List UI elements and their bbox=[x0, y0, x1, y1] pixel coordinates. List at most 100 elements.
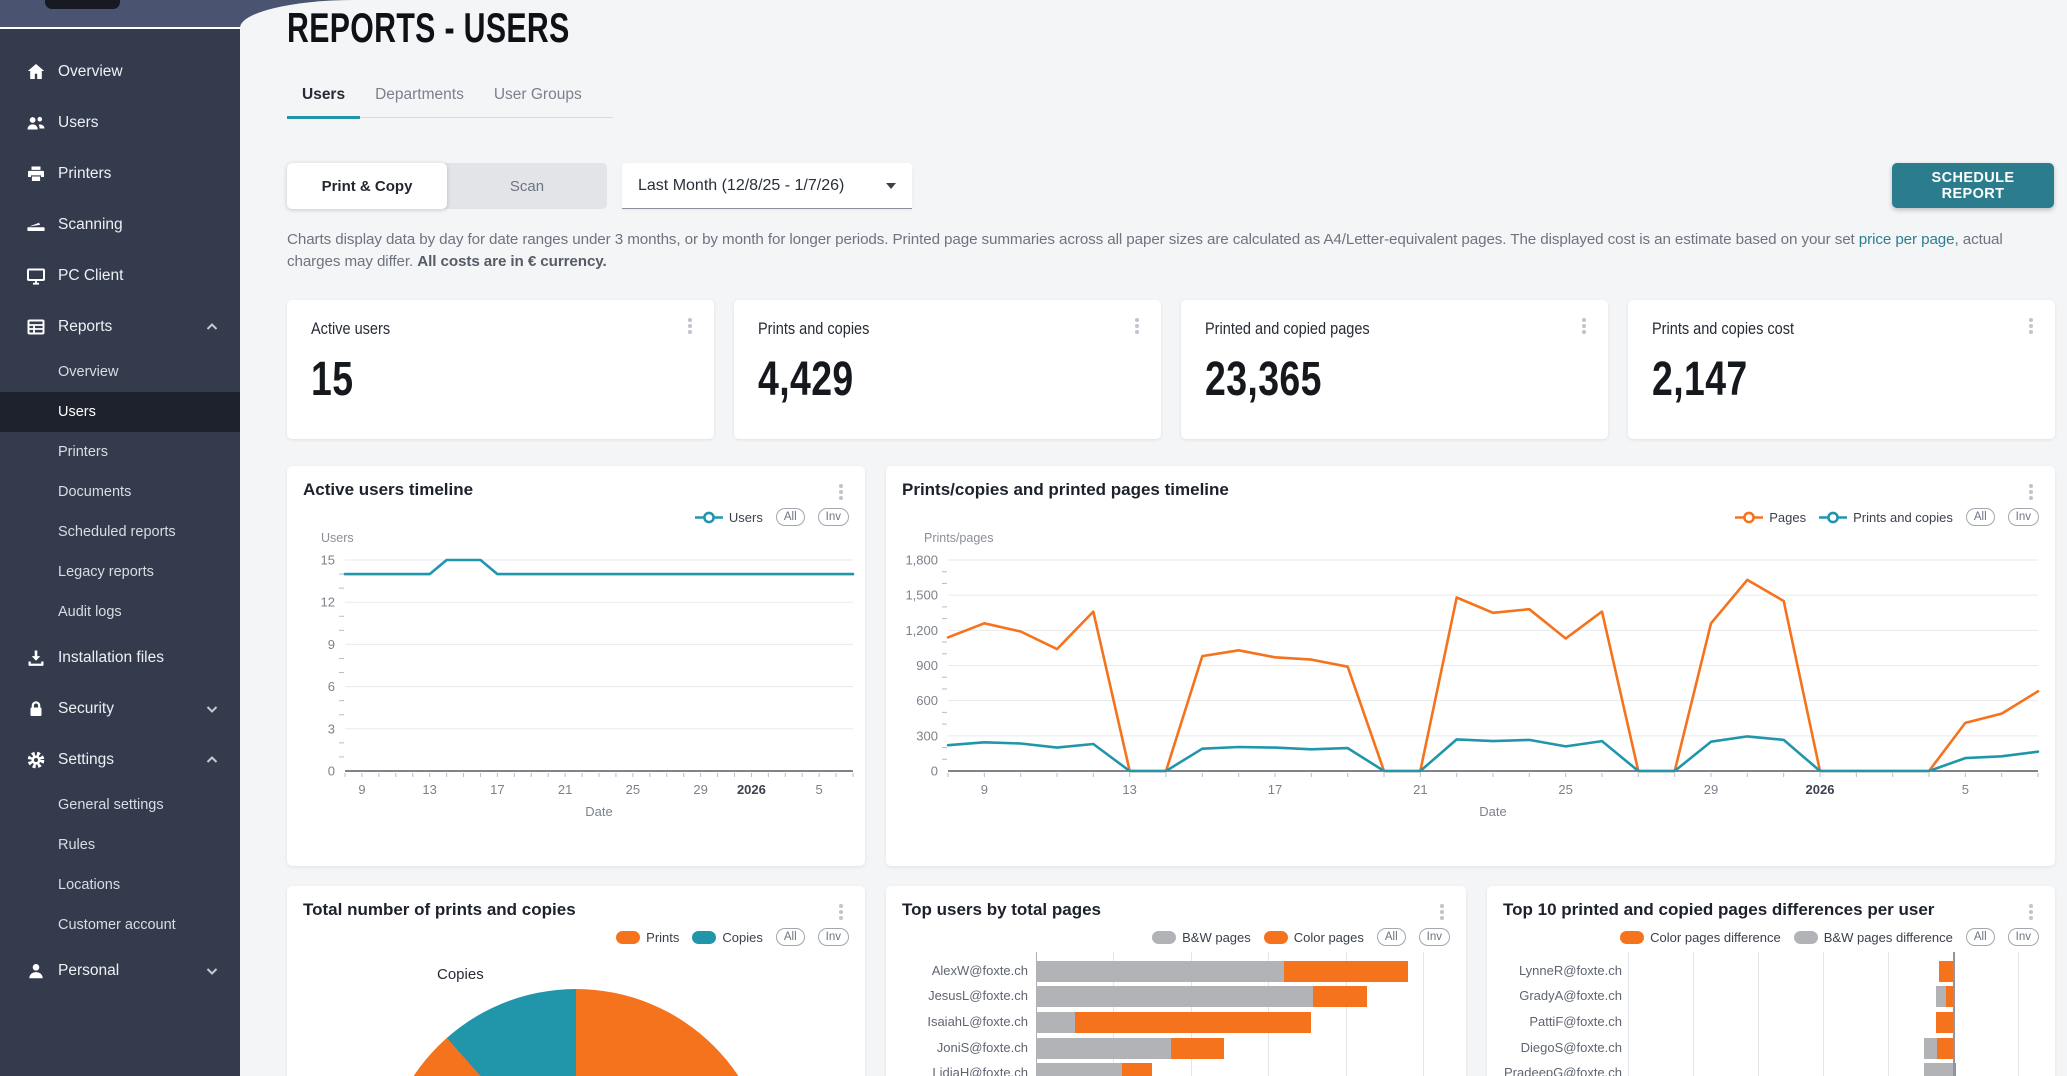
scanner-icon bbox=[25, 214, 47, 236]
svg-text:3: 3 bbox=[328, 721, 335, 736]
bar-segment bbox=[1924, 1038, 1937, 1059]
svg-text:Prints/pages: Prints/pages bbox=[924, 531, 993, 545]
svg-text:5: 5 bbox=[1962, 782, 1969, 797]
app-window: Overview Users Printers Scanning PC Clie… bbox=[0, 0, 2067, 1076]
printer-icon bbox=[25, 163, 47, 185]
bar-segment bbox=[1036, 1063, 1122, 1076]
svg-text:12: 12 bbox=[321, 595, 335, 610]
sidebar-subitem-label: Customer account bbox=[58, 917, 176, 933]
gridline bbox=[2018, 952, 2019, 1076]
price-per-page-link[interactable]: price per page bbox=[1859, 231, 1955, 248]
sidebar-item-reports-overview[interactable]: Overview bbox=[0, 352, 240, 392]
svg-text:2026: 2026 bbox=[1806, 782, 1835, 797]
date-range-select[interactable]: Last Month (12/8/25 - 1/7/26) bbox=[622, 163, 912, 209]
legend-item[interactable]: Copies bbox=[692, 930, 762, 945]
sidebar-item-reports-legacy-reports[interactable]: Legacy reports bbox=[0, 552, 240, 592]
legend-label: Prints bbox=[646, 930, 679, 945]
bar-segment bbox=[1939, 961, 1953, 982]
sidebar: Overview Users Printers Scanning PC Clie… bbox=[0, 29, 240, 1076]
bar-segment bbox=[1036, 986, 1313, 1007]
chart-card-prints-pages-timeline: Prints/copies and printed pages timeline… bbox=[886, 466, 2055, 866]
line-chart-active-users: 036912159131721252920265DateUsers bbox=[287, 466, 865, 866]
tab-user-groups[interactable]: User Groups bbox=[479, 86, 597, 119]
kebab-menu-icon[interactable] bbox=[1127, 314, 1147, 338]
sidebar-item-reports-users[interactable]: Users bbox=[0, 392, 240, 432]
bar-category-label: LynneR@foxte.ch bbox=[1519, 963, 1622, 978]
svg-text:2026: 2026 bbox=[737, 782, 766, 797]
legend-item[interactable]: Prints bbox=[616, 930, 679, 945]
sidebar-item-installation-files[interactable]: Installation files bbox=[0, 632, 240, 683]
bar-segment bbox=[1313, 986, 1367, 1007]
svg-text:1,800: 1,800 bbox=[905, 553, 938, 568]
date-range-value: Last Month (12/8/25 - 1/7/26) bbox=[638, 177, 844, 195]
sidebar-item-settings-locations[interactable]: Locations bbox=[0, 865, 240, 905]
stat-card-prints-copies: Prints and copies 4,429 bbox=[734, 300, 1161, 439]
bar-segment bbox=[1955, 1063, 1957, 1076]
tab-users[interactable]: Users bbox=[287, 86, 360, 119]
svg-text:1,500: 1,500 bbox=[905, 588, 938, 603]
sidebar-item-scanning[interactable]: Scanning bbox=[0, 199, 240, 250]
bar-segment bbox=[1171, 1038, 1223, 1059]
sidebar-item-printers[interactable]: Printers bbox=[0, 148, 240, 199]
chart-card-active-users-timeline: Active users timeline UsersAllInv 036912… bbox=[287, 466, 865, 866]
svg-text:15: 15 bbox=[321, 553, 335, 568]
sidebar-item-label: Reports bbox=[58, 318, 112, 336]
kebab-menu-icon[interactable] bbox=[680, 314, 700, 338]
person-icon bbox=[25, 960, 47, 982]
bar-category-label: GradyA@foxte.ch bbox=[1519, 988, 1622, 1003]
sidebar-item-users[interactable]: Users bbox=[0, 97, 240, 148]
stat-card-value: 2,147 bbox=[1652, 352, 1748, 407]
info-text-1: Charts display data by day for date rang… bbox=[287, 231, 1859, 248]
sidebar-item-settings[interactable]: Settings bbox=[0, 734, 240, 785]
sidebar-item-label: Installation files bbox=[58, 649, 164, 667]
line-chart-prints-pages: 03006009001,2001,5001,800913172125292026… bbox=[886, 466, 2055, 866]
bar-segment bbox=[1036, 1012, 1075, 1033]
kebab-menu-icon[interactable] bbox=[2021, 314, 2041, 338]
svg-text:17: 17 bbox=[1268, 782, 1282, 797]
print-copy-toggle-button[interactable]: Print & Copy bbox=[287, 163, 447, 209]
sidebar-item-reports-documents[interactable]: Documents bbox=[0, 472, 240, 512]
sidebar-item-label: Personal bbox=[58, 962, 119, 980]
stat-card-cost: Prints and copies cost 2,147 bbox=[1628, 300, 2055, 439]
bar-segment bbox=[1075, 1012, 1311, 1033]
sidebar-item-reports-audit-logs[interactable]: Audit logs bbox=[0, 592, 240, 632]
svg-text:300: 300 bbox=[916, 728, 938, 743]
pie-slice-label: Copies bbox=[437, 966, 484, 983]
sidebar-item-personal[interactable]: Personal bbox=[0, 945, 240, 996]
svg-text:900: 900 bbox=[916, 658, 938, 673]
sidebar-subitem-label: Documents bbox=[58, 484, 131, 500]
sidebar-item-label: Printers bbox=[58, 165, 111, 183]
sidebar-item-overview[interactable]: Overview bbox=[0, 46, 240, 97]
sidebar-item-settings-customer-account[interactable]: Customer account bbox=[0, 905, 240, 945]
svg-text:Date: Date bbox=[585, 804, 612, 819]
bar-segment bbox=[1122, 1063, 1152, 1076]
sidebar-item-reports-scheduled-reports[interactable]: Scheduled reports bbox=[0, 512, 240, 552]
sidebar-item-settings-rules[interactable]: Rules bbox=[0, 825, 240, 865]
stat-card-active-users: Active users 15 bbox=[287, 300, 714, 439]
svg-text:600: 600 bbox=[916, 693, 938, 708]
all-filter-pill[interactable]: All bbox=[776, 928, 805, 946]
kebab-menu-icon[interactable] bbox=[1574, 314, 1594, 338]
tab-departments[interactable]: Departments bbox=[360, 86, 479, 119]
sidebar-subitem-label: Audit logs bbox=[58, 604, 122, 620]
kebab-menu-icon[interactable] bbox=[831, 900, 851, 924]
chevron-down-icon bbox=[204, 963, 220, 979]
inv-filter-pill[interactable]: Inv bbox=[818, 928, 849, 946]
sidebar-item-reports[interactable]: Reports bbox=[0, 301, 240, 352]
sidebar-item-settings-general-settings[interactable]: General settings bbox=[0, 785, 240, 825]
chart-card-top-users: Top users by total pages B&W pagesColor … bbox=[886, 886, 1466, 1076]
sidebar-item-security[interactable]: Security bbox=[0, 683, 240, 734]
svg-text:13: 13 bbox=[422, 782, 436, 797]
gridline bbox=[1693, 952, 1694, 1076]
chevron-down-icon bbox=[204, 701, 220, 717]
bar-category-label: JesusL@foxte.ch bbox=[928, 988, 1028, 1003]
schedule-report-button[interactable]: SCHEDULE REPORT bbox=[1892, 163, 2054, 208]
svg-text:Date: Date bbox=[1479, 804, 1506, 819]
stat-card-title: Active users bbox=[311, 320, 390, 339]
sidebar-item-pc-client[interactable]: PC Client bbox=[0, 250, 240, 301]
sidebar-item-reports-printers[interactable]: Printers bbox=[0, 432, 240, 472]
scan-toggle-button[interactable]: Scan bbox=[447, 163, 607, 209]
chevron-up-icon bbox=[204, 752, 220, 768]
bar-chart-page-differences: LynneR@foxte.chGradyA@foxte.chPattiF@fox… bbox=[1487, 886, 2055, 1076]
browser-notch bbox=[45, 0, 120, 9]
